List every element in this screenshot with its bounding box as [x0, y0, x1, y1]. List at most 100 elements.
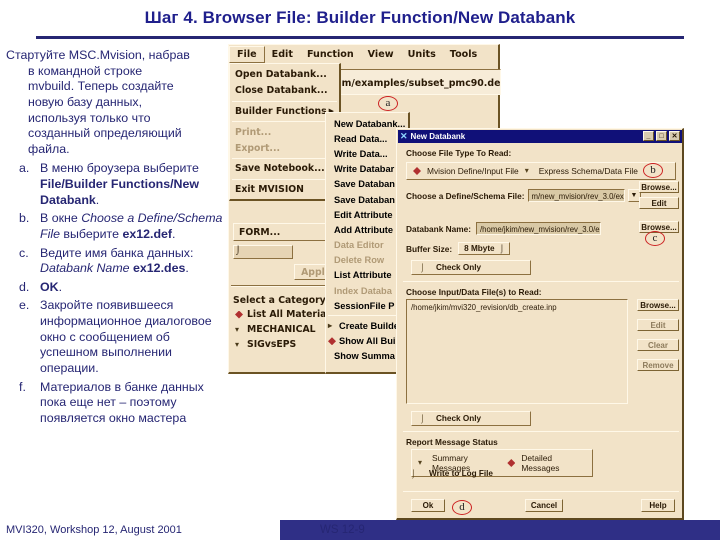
new-databank-dialog[interactable]: ✕ New Databank _ □ ✕ Choose File Type To…: [396, 128, 684, 520]
check-only-label-2: Check Only: [436, 414, 482, 423]
buffer-size-label: Buffer Size:: [406, 243, 453, 254]
buffer-size-option-menu[interactable]: 8 Mbyte ⌡: [458, 242, 511, 255]
menu-tools[interactable]: Tools: [443, 47, 484, 62]
browse-input-button[interactable]: Browse...: [637, 299, 679, 311]
step-text: В меню броузера выберите: [40, 161, 199, 176]
x-application-icon: ✕: [400, 131, 408, 141]
menu-function[interactable]: Function: [300, 47, 361, 62]
menu-item-close-databank[interactable]: Close Databank...: [230, 83, 339, 99]
file-type-section: Choose File Type To Read: Mvision Define…: [397, 148, 685, 180]
category-list[interactable]: List All Materials ▾ MECHANICAL ▾ SIGvsE…: [233, 307, 337, 369]
footer-course-info: MVI320, Workshop 12, August 2001: [6, 524, 182, 536]
diamond-selected-icon: [328, 337, 336, 346]
step-marker: d.: [19, 279, 30, 294]
window-controls[interactable]: _ □ ✕: [643, 131, 680, 141]
menu-item-open-databank[interactable]: Open Databank...: [230, 67, 339, 83]
form-option-combo[interactable]: ⌡: [233, 245, 293, 259]
input-files-listbox[interactable]: /home/jkim/mvi320_revision/db_create.inp: [406, 299, 628, 404]
intro-line-4: новую базу данных,: [28, 94, 143, 109]
dialog-title-text: New Databank: [410, 132, 466, 141]
callout-c: c: [645, 231, 665, 246]
file-type-radio-group[interactable]: Mvision Define/Input File ▾ Express Sche…: [406, 162, 676, 180]
menu-item-save-notebook[interactable]: Save Notebook...: [230, 161, 339, 177]
step-italic: Databank Name: [40, 261, 130, 276]
menu-item-exit-mvision[interactable]: Exit MVISION: [230, 182, 339, 198]
step-marker: a.: [19, 161, 30, 176]
step-text: Закройте появившееся информационное диал…: [40, 298, 212, 375]
step-bold: OK: [40, 279, 59, 294]
clear-input-button: Clear: [637, 339, 679, 351]
ok-button[interactable]: Ok: [411, 499, 445, 512]
radio-unselected-icon: ▾: [524, 166, 529, 175]
menu-divider: [232, 121, 337, 123]
steps-list: a. В меню броузера выберите File/Builder…: [6, 161, 230, 426]
file-type-label: Choose File Type To Read:: [406, 148, 512, 158]
list-item[interactable]: ▾ SIGvsEPS: [233, 337, 337, 352]
databank-path-field[interactable]: jkim/examples/subset_pmc90.des: [325, 69, 501, 95]
step-bold: File/Builder Functions/New Databank: [40, 177, 200, 207]
step-text: Ведите имя банка данных:: [40, 245, 194, 260]
toggle-off-icon: ⌡: [420, 262, 425, 272]
list-item: d. OK.: [6, 280, 230, 296]
write-log-toggle[interactable]: ⌡ Write to Log File: [411, 469, 493, 478]
radio-unselected-icon: ▾: [418, 458, 423, 467]
dialog-divider: [403, 431, 679, 432]
radio-selected-icon: [507, 459, 516, 467]
step-tail: .: [95, 192, 100, 207]
dialog-divider: [403, 491, 679, 492]
chevron-down-icon: ▾: [235, 324, 240, 334]
callout-b: b: [643, 163, 663, 178]
form-button[interactable]: FORM...: [233, 223, 337, 241]
menu-edit[interactable]: Edit: [265, 47, 300, 62]
callout-d: d: [452, 500, 472, 515]
submenu-divider: [328, 315, 406, 317]
step-tail: .: [172, 226, 176, 241]
maximize-button[interactable]: □: [656, 131, 667, 141]
list-item[interactable]: /home/jkim/mvi320_revision/db_create.inp: [411, 303, 627, 312]
report-option-1[interactable]: Detailed Messages: [521, 453, 586, 473]
menu-file[interactable]: File: [229, 45, 265, 63]
menu-item-export: Export...: [235, 142, 281, 154]
report-status-label: Report Message Status: [406, 437, 498, 447]
toggle-off-icon: ⌡: [411, 468, 416, 478]
browser-menubar[interactable]: File Edit Function View Units Tools: [229, 45, 501, 63]
close-button[interactable]: ✕: [669, 131, 680, 141]
category-label-2: SIGvsEPS: [247, 339, 297, 350]
radio-selected-icon: [413, 167, 421, 175]
check-only-toggle-1[interactable]: ⌡ Check Only: [411, 260, 531, 275]
menu-view[interactable]: View: [361, 47, 401, 62]
chevron-down-icon: ▾: [235, 339, 240, 349]
databank-name-input[interactable]: /home/jkim/new_mvision/rev_3.0/ex12.des: [476, 222, 602, 235]
step-tail: .: [185, 261, 189, 276]
list-item: c. Ведите имя банка данных: Databank Nam…: [6, 246, 230, 277]
file-type-option-0[interactable]: Mvision Define/Input File: [427, 166, 519, 176]
step-text: В окне: [40, 211, 82, 226]
file-type-option-1[interactable]: Express Schema/Data File: [539, 166, 638, 176]
list-item[interactable]: List All Materials: [233, 307, 337, 322]
toggle-label-0: Create Builde: [339, 321, 399, 332]
list-item[interactable]: ▾ MECHANICAL: [233, 322, 337, 337]
edit-define-button[interactable]: Edit: [639, 197, 679, 209]
instructions-panel: Стартуйте MSC.Mvision, набрав в командно…: [6, 48, 230, 429]
menu-divider: [232, 100, 337, 102]
step-text-2: выберите: [59, 226, 123, 241]
intro-line-3: mvbuild. Теперь создайте: [28, 79, 174, 94]
write-log-label: Write to Log File: [429, 469, 493, 478]
input-files-label: Choose Input/Data File(s) to Read:: [406, 287, 542, 297]
option-menu-icon: ⌡: [499, 244, 505, 253]
databank-name-label: Databank Name:: [406, 223, 472, 234]
minimize-button[interactable]: _: [643, 131, 654, 141]
help-button[interactable]: Help: [641, 499, 675, 512]
menu-divider: [232, 178, 337, 180]
step-marker: b.: [19, 211, 30, 226]
define-file-input[interactable]: m/new_mvision/rev_3.0/ex12.def: [527, 189, 625, 202]
toggle-label-1: Show All Buil: [339, 336, 399, 347]
buffer-size-value: 8 Mbyte: [464, 244, 495, 253]
menu-divider: [232, 157, 337, 159]
define-file-label: Choose a Define/Schema File:: [406, 190, 525, 201]
cancel-button[interactable]: Cancel: [525, 499, 563, 512]
menu-units[interactable]: Units: [401, 47, 443, 62]
check-only-toggle-2[interactable]: ⌡ Check Only: [411, 411, 531, 426]
menu-item-builder-functions[interactable]: Builder Functions: [230, 104, 339, 120]
browse-define-button[interactable]: Browse...: [639, 181, 679, 193]
